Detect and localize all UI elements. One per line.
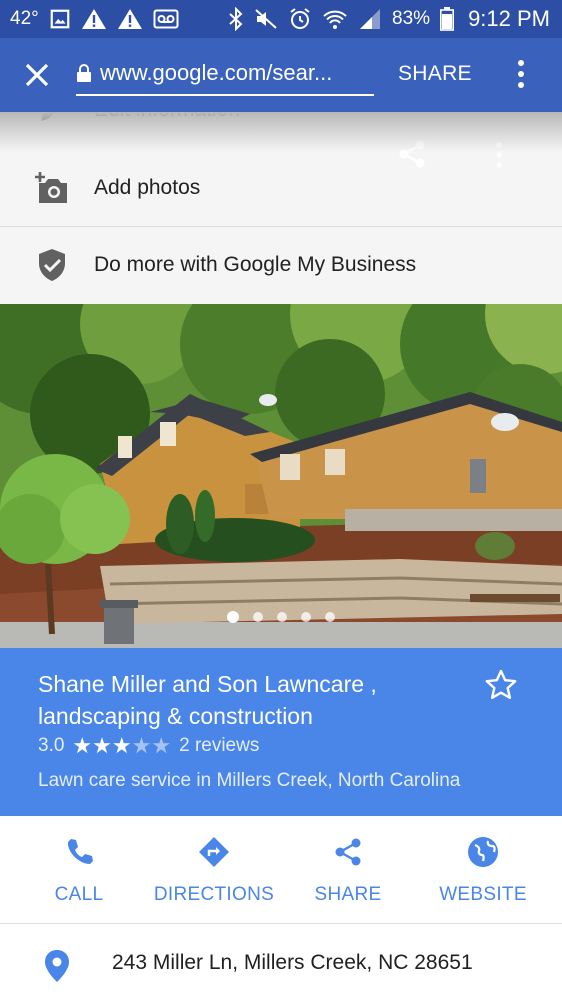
- voicemail-icon: [153, 8, 179, 30]
- business-photo[interactable]: [0, 304, 562, 648]
- star-empty-icon: ★: [131, 733, 152, 758]
- star-outline-icon[interactable]: [484, 668, 518, 702]
- alarm-icon: [288, 7, 312, 31]
- action-label: CALL: [54, 884, 104, 905]
- signal-icon: [358, 8, 382, 30]
- browser-toolbar: www.google.com/sear... SHARE: [0, 38, 562, 112]
- pager-dot[interactable]: [277, 612, 287, 622]
- reviews-link[interactable]: 2 reviews: [179, 735, 259, 757]
- toolbar-share-button[interactable]: SHARE: [398, 62, 472, 86]
- menu-item-google-my-business[interactable]: Do more with Google My Business: [0, 226, 562, 302]
- menu-item-label: Edit information: [94, 112, 240, 122]
- pager-dot[interactable]: [301, 612, 311, 622]
- image-icon: [49, 8, 71, 30]
- battery-icon: [440, 7, 455, 31]
- business-category: Lawn care service in Millers Creek, Nort…: [38, 770, 461, 791]
- clock-time: 9:12 PM: [468, 6, 550, 31]
- phone-icon: [9, 834, 149, 870]
- temperature-text: 42°: [10, 8, 39, 29]
- verified-shield-icon: [34, 247, 70, 283]
- pager-dot[interactable]: [325, 612, 335, 622]
- star-filled-icon: ★: [72, 733, 93, 758]
- status-right: 83% 9:12 PM: [228, 0, 550, 38]
- address-text: 243 Miller Ln, Millers Creek, NC 28651: [112, 951, 473, 974]
- directions-button[interactable]: DIRECTIONS: [144, 834, 284, 906]
- warning-icon: [117, 7, 143, 31]
- close-icon[interactable]: [22, 60, 52, 90]
- photo-pager: [0, 611, 562, 623]
- pager-dot[interactable]: [227, 611, 239, 623]
- menu-item-label: Do more with Google My Business: [94, 252, 417, 276]
- wifi-icon: [322, 8, 348, 30]
- pencil-icon: [34, 112, 70, 128]
- star-empty-icon: ★: [151, 733, 172, 758]
- battery-percent: 83%: [392, 8, 431, 29]
- status-left: 42°: [10, 0, 179, 38]
- more-vert-icon[interactable]: [512, 58, 530, 90]
- menu-item-edit-information[interactable]: Edit information: [0, 112, 562, 148]
- website-button[interactable]: WEBSITE: [413, 834, 553, 906]
- lock-icon: [76, 63, 92, 83]
- rating-value: 3.0: [38, 735, 65, 756]
- share-icon: [278, 834, 418, 870]
- menu-item-add-photos[interactable]: Add photos: [0, 150, 562, 226]
- globe-icon: [413, 834, 553, 870]
- location-pin-icon: [44, 949, 70, 983]
- status-bar: 42° 83% 9:12 PM: [0, 0, 562, 38]
- business-info-card: Shane Miller and Son Lawncare , landscap…: [0, 648, 562, 816]
- call-button[interactable]: CALL: [9, 834, 149, 906]
- pager-dot[interactable]: [253, 612, 263, 622]
- bluetooth-icon: [228, 7, 244, 31]
- address-row[interactable]: 243 Miller Ln, Millers Creek, NC 28651: [0, 925, 562, 1000]
- action-bar: CALL DIRECTIONS SHARE WEBSITE: [0, 816, 562, 924]
- rating-row: 3.0 ★ ★ ★ ★ ★ 2 reviews: [38, 735, 259, 757]
- action-label: SHARE: [314, 884, 382, 905]
- url-bar[interactable]: www.google.com/sear...: [76, 52, 374, 96]
- add-photo-icon: [34, 170, 70, 206]
- star-filled-icon: ★: [111, 733, 132, 758]
- rating-stars: ★ ★ ★ ★ ★: [72, 735, 171, 757]
- menu-panel: Edit information Add photos Do more with…: [0, 112, 562, 304]
- url-text: www.google.com/sear...: [100, 60, 333, 85]
- action-label: DIRECTIONS: [153, 884, 275, 905]
- star-filled-icon: ★: [92, 733, 112, 758]
- business-name: Shane Miller and Son Lawncare , landscap…: [38, 671, 377, 729]
- directions-icon: [144, 834, 284, 870]
- menu-item-label: Add photos: [94, 176, 201, 199]
- share-button[interactable]: SHARE: [278, 834, 418, 906]
- warning-icon: [81, 7, 107, 31]
- mute-icon: [254, 7, 278, 31]
- action-label: WEBSITE: [439, 884, 527, 905]
